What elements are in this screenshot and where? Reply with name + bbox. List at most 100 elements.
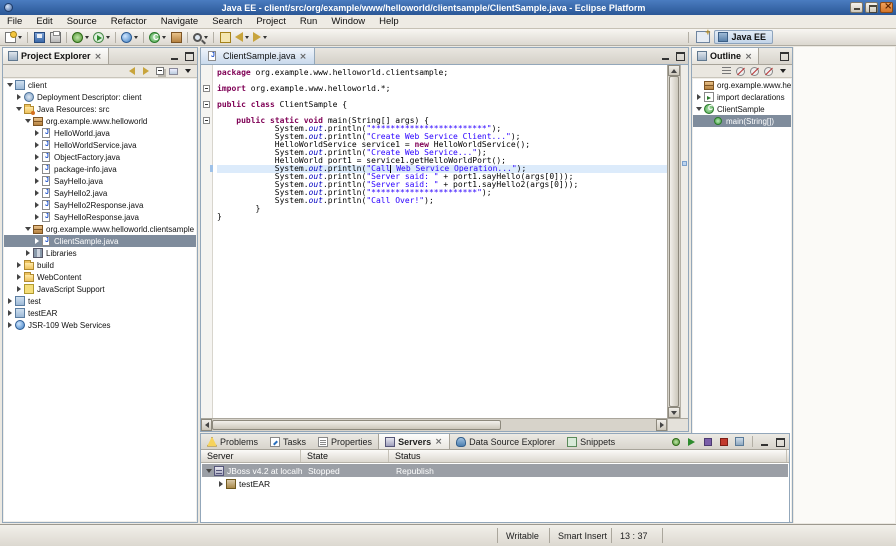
project-item-libraries[interactable]: Libraries — [4, 247, 196, 259]
sort-button[interactable] — [721, 66, 732, 77]
fold-marker-icon[interactable] — [203, 117, 210, 124]
project-item-testear[interactable]: testEAR — [4, 307, 196, 319]
minimize-view-button[interactable] — [759, 436, 771, 448]
horizontal-scrollbar[interactable] — [201, 418, 667, 431]
expander-icon[interactable] — [204, 469, 213, 473]
debug-button[interactable] — [70, 30, 91, 45]
project-item-test[interactable]: test — [4, 295, 196, 307]
project-item-clientsample-java[interactable]: ClientSample.java — [4, 235, 196, 247]
project-item-sayhello2response-java[interactable]: SayHello2Response.java — [4, 199, 196, 211]
new-java-class-button[interactable] — [147, 30, 168, 45]
debug-server-button[interactable] — [669, 435, 682, 448]
tab-clientsample-java[interactable]: ClientSample.java — [201, 48, 315, 64]
minimize-window-button[interactable] — [850, 2, 863, 13]
forward-button[interactable] — [140, 66, 151, 77]
horizontal-scroll-thumb[interactable] — [212, 420, 501, 430]
expander-icon[interactable] — [14, 107, 23, 111]
project-item-org-example-www-helloworld[interactable]: org.example.www.helloworld — [4, 115, 196, 127]
save-button[interactable] — [31, 30, 47, 45]
outline-item-clientsample[interactable]: ClientSample — [693, 103, 791, 115]
close-window-button[interactable] — [880, 2, 893, 13]
close-view-icon[interactable] — [744, 52, 753, 61]
expander-icon[interactable] — [23, 227, 32, 231]
column-header-state[interactable]: State — [301, 450, 389, 462]
vertical-scroll-thumb[interactable] — [669, 76, 679, 407]
project-item-webcontent[interactable]: WebContent — [4, 271, 196, 283]
project-item-sayhello-java[interactable]: SayHello.java — [4, 175, 196, 187]
tab-outline[interactable]: Outline — [692, 48, 759, 64]
project-item-helloworld-java[interactable]: HelloWorld.java — [4, 127, 196, 139]
expander-icon[interactable] — [694, 107, 703, 111]
back-button[interactable] — [126, 66, 137, 77]
perspective-java-ee-button[interactable]: Java EE — [714, 30, 773, 44]
expander-icon[interactable] — [32, 214, 41, 220]
new-web-service-button[interactable] — [119, 30, 140, 45]
project-item-javascript-support[interactable]: JavaScript Support — [4, 283, 196, 295]
project-item-jsr-109-web-services[interactable]: JSR-109 Web Services — [4, 319, 196, 331]
search-button[interactable] — [191, 30, 210, 45]
project-item-build[interactable]: build — [4, 259, 196, 271]
fold-marker-icon[interactable] — [203, 85, 210, 92]
scroll-up-arrow[interactable] — [668, 65, 680, 76]
expander-icon[interactable] — [14, 286, 23, 292]
close-view-icon[interactable] — [94, 52, 103, 61]
fold-marker-icon[interactable] — [203, 101, 210, 108]
project-item-java-resources-src[interactable]: Java Resources: src — [4, 103, 196, 115]
tab-problems[interactable]: Problems — [201, 434, 264, 449]
vertical-scrollbar[interactable] — [667, 65, 680, 418]
expander-icon[interactable] — [32, 238, 41, 244]
expander-icon[interactable] — [32, 166, 41, 172]
view-menu-button[interactable] — [777, 66, 788, 77]
tab-properties[interactable]: Properties — [312, 434, 378, 449]
menu-refactor[interactable]: Refactor — [104, 15, 154, 28]
expander-icon[interactable] — [23, 119, 32, 123]
expander-icon[interactable] — [5, 298, 14, 304]
project-item-sayhello2-java[interactable]: SayHello2.java — [4, 187, 196, 199]
hide-non-public-members-button[interactable] — [763, 66, 774, 77]
close-view-icon[interactable] — [434, 437, 443, 446]
menu-search[interactable]: Search — [205, 15, 249, 28]
column-header-status[interactable]: Status — [389, 450, 787, 462]
scroll-right-arrow[interactable] — [656, 419, 667, 431]
tab-servers[interactable]: Servers — [378, 434, 450, 449]
view-menu-button[interactable] — [182, 66, 193, 77]
expander-icon[interactable] — [32, 178, 41, 184]
menu-project[interactable]: Project — [249, 15, 293, 28]
maximize-editor-button[interactable] — [674, 50, 686, 62]
expander-icon[interactable] — [14, 262, 23, 268]
tab-data-source-explorer[interactable]: Data Source Explorer — [450, 434, 561, 449]
menu-window[interactable]: Window — [324, 15, 372, 28]
expander-icon[interactable] — [14, 94, 23, 100]
maximize-window-button[interactable] — [865, 2, 878, 13]
expander-icon[interactable] — [216, 481, 225, 487]
expander-icon[interactable] — [5, 322, 14, 328]
run-button[interactable] — [91, 30, 112, 45]
tab-snippets[interactable]: Snippets — [561, 434, 621, 449]
outline-item-main-string[interactable]: main(String[]) — [693, 115, 791, 127]
overview-ruler[interactable] — [680, 65, 688, 418]
menu-help[interactable]: Help — [372, 15, 406, 28]
scroll-down-arrow[interactable] — [668, 407, 680, 418]
expander-icon[interactable] — [32, 202, 41, 208]
expander-icon[interactable] — [32, 154, 41, 160]
menu-source[interactable]: Source — [60, 15, 104, 28]
outline-item-org-example-www-helloworld[interactable]: org.example.www.helloworld — [693, 79, 791, 91]
server-row-jboss-v4-2-at-localhost[interactable]: JBoss v4.2 at localhostStoppedRepublish — [202, 464, 788, 477]
menu-run[interactable]: Run — [293, 15, 324, 28]
expander-icon[interactable] — [23, 250, 32, 256]
print-button[interactable] — [47, 30, 63, 45]
expander-icon[interactable] — [5, 310, 14, 316]
column-header-server[interactable]: Server — [201, 450, 301, 462]
minimize-view-button[interactable] — [169, 50, 181, 62]
expander-icon[interactable] — [5, 83, 14, 87]
scroll-left-arrow[interactable] — [201, 419, 212, 431]
menu-file[interactable]: File — [0, 15, 29, 28]
expander-icon[interactable] — [694, 94, 703, 100]
servers-table[interactable]: JBoss v4.2 at localhostStoppedRepublisht… — [202, 464, 788, 521]
menu-edit[interactable]: Edit — [29, 15, 59, 28]
maximize-view-button[interactable] — [778, 50, 790, 62]
forward-button[interactable] — [251, 30, 269, 45]
maximize-view-button[interactable] — [774, 436, 786, 448]
back-button[interactable] — [233, 30, 251, 45]
collapse-all-button[interactable] — [154, 66, 165, 77]
